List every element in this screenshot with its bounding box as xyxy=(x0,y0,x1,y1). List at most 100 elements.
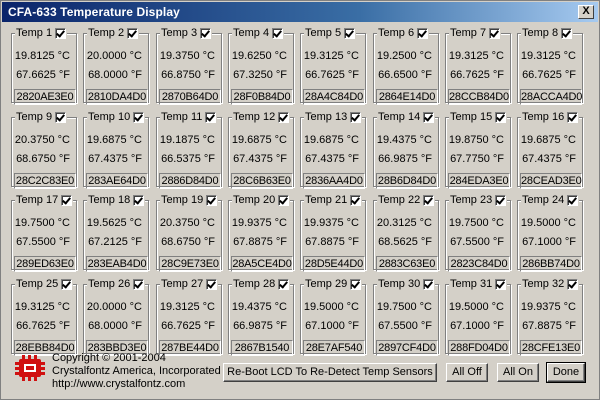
sensor-checkbox[interactable] xyxy=(206,195,218,206)
sensor-toggle[interactable]: Temp 15 xyxy=(449,111,508,124)
sensor-toggle[interactable]: Temp 28 xyxy=(232,278,291,291)
sensor-rom-id: 28CCB84D0 xyxy=(448,89,510,105)
sensor-groupbox: 19.6875 °C 67.4375 °F 28CEAD3E0 xyxy=(517,117,583,189)
sensor-toggle[interactable]: Temp 18 xyxy=(87,194,146,207)
sensor-checkbox[interactable] xyxy=(567,112,579,123)
temp-celsius: 19.6875 °C xyxy=(86,134,142,146)
sensor-checkbox[interactable] xyxy=(417,28,429,39)
sensor-checkbox[interactable] xyxy=(133,279,145,290)
sensor-toggle[interactable]: Temp 31 xyxy=(449,278,508,291)
sensor-checkbox[interactable] xyxy=(567,279,579,290)
sensor-label: Temp 4 xyxy=(233,27,270,39)
copyright-block: Copyright © 2001-2004 Crystalfontz Ameri… xyxy=(52,352,221,391)
temp-fahrenheit: 68.5625 °F xyxy=(378,236,432,248)
temp-fahrenheit: 66.7625 °F xyxy=(522,69,576,81)
sensor-toggle[interactable]: Temp 6 xyxy=(377,27,430,40)
sensor-toggle[interactable]: Temp 22 xyxy=(377,194,436,207)
sensor-checkbox[interactable] xyxy=(205,112,217,123)
sensor-toggle[interactable]: Temp 4 xyxy=(232,27,285,40)
sensor-toggle[interactable]: Temp 11 xyxy=(160,111,218,124)
all-off-button[interactable]: All Off xyxy=(446,363,488,382)
sensor-toggle[interactable]: Temp 7 xyxy=(449,27,502,40)
sensor-groupbox: 19.5000 °C 67.1000 °F 286BB74D0 xyxy=(517,200,583,272)
title-bar[interactable]: CFA-633 Temperature Display X xyxy=(2,2,598,22)
sensor-checkbox[interactable] xyxy=(350,279,362,290)
sensor-checkbox[interactable] xyxy=(55,28,67,39)
sensor-checkbox[interactable] xyxy=(423,279,435,290)
sensor-checkbox[interactable] xyxy=(567,195,579,206)
sensor-toggle[interactable]: Temp 29 xyxy=(304,278,363,291)
sensor-toggle[interactable]: Temp 14 xyxy=(377,111,436,124)
sensor-checkbox[interactable] xyxy=(200,28,212,39)
sensor-checkbox[interactable] xyxy=(423,112,435,123)
sensor-toggle[interactable]: Temp 10 xyxy=(87,111,146,124)
sensor-checkbox[interactable] xyxy=(344,28,356,39)
sensor-panel: 19.6875 °C 67.4375 °F 28C6B63E0 Temp 12 xyxy=(228,111,294,189)
sensor-checkbox[interactable] xyxy=(495,195,507,206)
sensor-toggle[interactable]: Temp 23 xyxy=(449,194,508,207)
sensor-label: Temp 9 xyxy=(16,111,53,123)
sensor-toggle[interactable]: Temp 30 xyxy=(377,278,436,291)
sensor-panel: 19.3125 °C 66.7625 °F 28A4C84D0 Temp 5 xyxy=(300,27,366,105)
temp-celsius: 19.6250 °C xyxy=(231,50,287,62)
sensor-checkbox[interactable] xyxy=(423,195,435,206)
sensor-checkbox[interactable] xyxy=(133,112,145,123)
sensor-panel: 19.3125 °C 66.7625 °F 28ACCA4D0 Temp 8 xyxy=(517,27,583,105)
sensor-checkbox[interactable] xyxy=(133,195,145,206)
sensor-checkbox[interactable] xyxy=(55,112,67,123)
temp-celsius: 19.3125 °C xyxy=(448,50,504,62)
sensor-toggle[interactable]: Temp 1 xyxy=(15,27,68,40)
sensor-rom-id: 28F0B84D0 xyxy=(231,89,293,105)
temp-celsius: 19.3750 °C xyxy=(159,50,215,62)
close-button[interactable]: X xyxy=(578,5,594,19)
sensor-checkbox[interactable] xyxy=(495,279,507,290)
sensor-toggle[interactable]: Temp 13 xyxy=(304,111,363,124)
sensor-panel: 19.3750 °C 66.8750 °F 2870B64D0 Temp 3 xyxy=(156,27,222,105)
sensor-rom-id: 284EDA3E0 xyxy=(448,173,510,189)
sensor-groupbox: 19.5625 °C 67.2125 °F 283EAB4D0 xyxy=(83,200,149,272)
sensor-toggle[interactable]: Temp 25 xyxy=(15,278,74,291)
sensor-toggle[interactable]: Temp 16 xyxy=(521,111,580,124)
sensor-toggle[interactable]: Temp 5 xyxy=(304,27,357,40)
sensor-label: Temp 13 xyxy=(305,111,348,123)
temp-celsius: 19.7500 °C xyxy=(14,217,70,229)
sensor-toggle[interactable]: Temp 2 xyxy=(87,27,140,40)
temp-fahrenheit: 67.4375 °F xyxy=(522,153,576,165)
sensor-panel: 19.3125 °C 66.7625 °F 28CCB84D0 Temp 7 xyxy=(445,27,511,105)
sensor-rom-id: 28CEAD3E0 xyxy=(520,173,582,189)
sensor-toggle[interactable]: Temp 17 xyxy=(15,194,74,207)
temp-celsius: 19.4375 °C xyxy=(376,134,432,146)
sensor-toggle[interactable]: Temp 9 xyxy=(15,111,68,124)
reboot-lcd-button[interactable]: Re-Boot LCD To Re-Detect Temp Sensors xyxy=(223,363,437,382)
company-url[interactable]: http://www.crystalfontz.com xyxy=(52,378,221,391)
sensor-checkbox[interactable] xyxy=(278,279,290,290)
sensor-checkbox[interactable] xyxy=(489,28,501,39)
sensor-toggle[interactable]: Temp 26 xyxy=(87,278,146,291)
sensor-toggle[interactable]: Temp 3 xyxy=(160,27,213,40)
sensor-checkbox[interactable] xyxy=(127,28,139,39)
done-button[interactable]: Done xyxy=(546,362,586,383)
sensor-toggle[interactable]: Temp 12 xyxy=(232,111,291,124)
sensor-checkbox[interactable] xyxy=(561,28,573,39)
sensor-toggle[interactable]: Temp 27 xyxy=(160,278,219,291)
sensor-checkbox[interactable] xyxy=(350,195,362,206)
sensor-checkbox[interactable] xyxy=(278,195,290,206)
sensor-checkbox[interactable] xyxy=(61,279,73,290)
sensor-toggle[interactable]: Temp 8 xyxy=(521,27,574,40)
sensor-toggle[interactable]: Temp 20 xyxy=(232,194,291,207)
sensor-checkbox[interactable] xyxy=(206,279,218,290)
sensor-checkbox[interactable] xyxy=(61,195,73,206)
sensor-toggle[interactable]: Temp 24 xyxy=(521,194,580,207)
sensor-checkbox[interactable] xyxy=(350,112,362,123)
sensor-groupbox: 19.9375 °C 67.8875 °F 28D5E44D0 xyxy=(300,200,366,272)
sensor-toggle[interactable]: Temp 19 xyxy=(160,194,219,207)
sensor-rom-id: 2897CF4D0 xyxy=(376,340,438,356)
sensor-toggle[interactable]: Temp 32 xyxy=(521,278,580,291)
sensor-checkbox[interactable] xyxy=(272,28,284,39)
sensor-rom-id: 28D5E44D0 xyxy=(303,256,365,272)
sensor-label: Temp 30 xyxy=(378,278,421,290)
all-on-button[interactable]: All On xyxy=(497,363,539,382)
sensor-checkbox[interactable] xyxy=(495,112,507,123)
sensor-checkbox[interactable] xyxy=(278,112,290,123)
sensor-toggle[interactable]: Temp 21 xyxy=(304,194,363,207)
